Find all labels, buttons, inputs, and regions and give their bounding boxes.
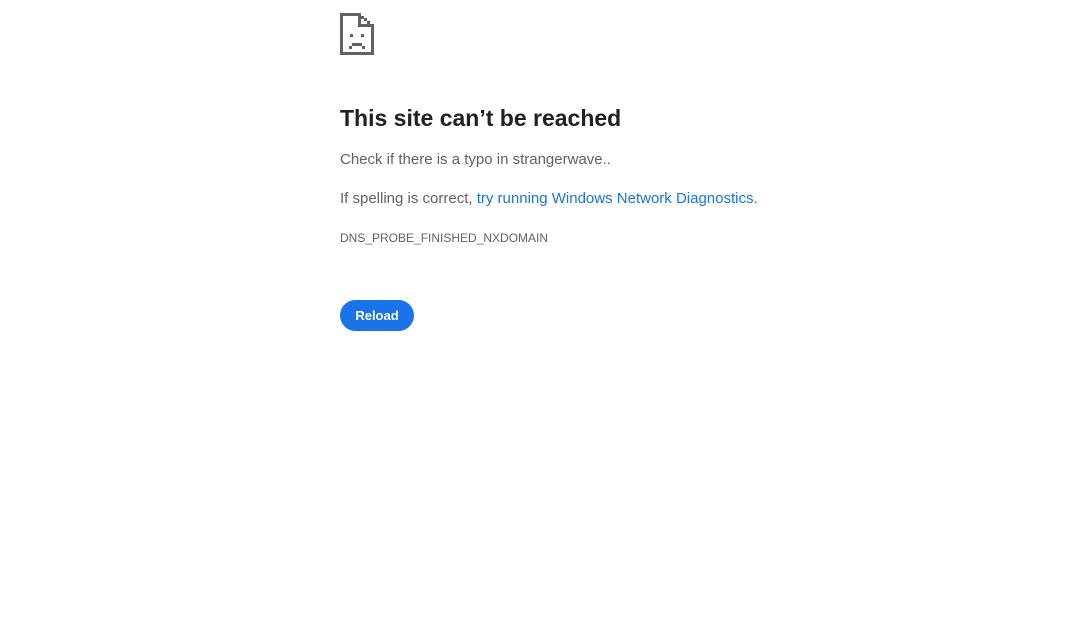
reload-button[interactable]: Reload	[340, 300, 414, 331]
spelling-prefix: If spelling is correct,	[340, 190, 477, 207]
typo-message: Check if there is a typo in strangerwave…	[340, 151, 611, 168]
spelling-suffix: .	[753, 190, 758, 207]
spelling-message: If spelling is correct, try running Wind…	[340, 189, 758, 209]
error-code: DNS_PROBE_FINISHED_NXDOMAIN	[340, 231, 549, 245]
diagnostics-link[interactable]: try running Windows Network Diagnostics	[477, 190, 754, 207]
sad-document-icon	[340, 13, 374, 55]
page-title: This site can’t be reached	[340, 105, 622, 131]
error-page: This site can’t be reached Check if ther…	[0, 0, 1073, 618]
